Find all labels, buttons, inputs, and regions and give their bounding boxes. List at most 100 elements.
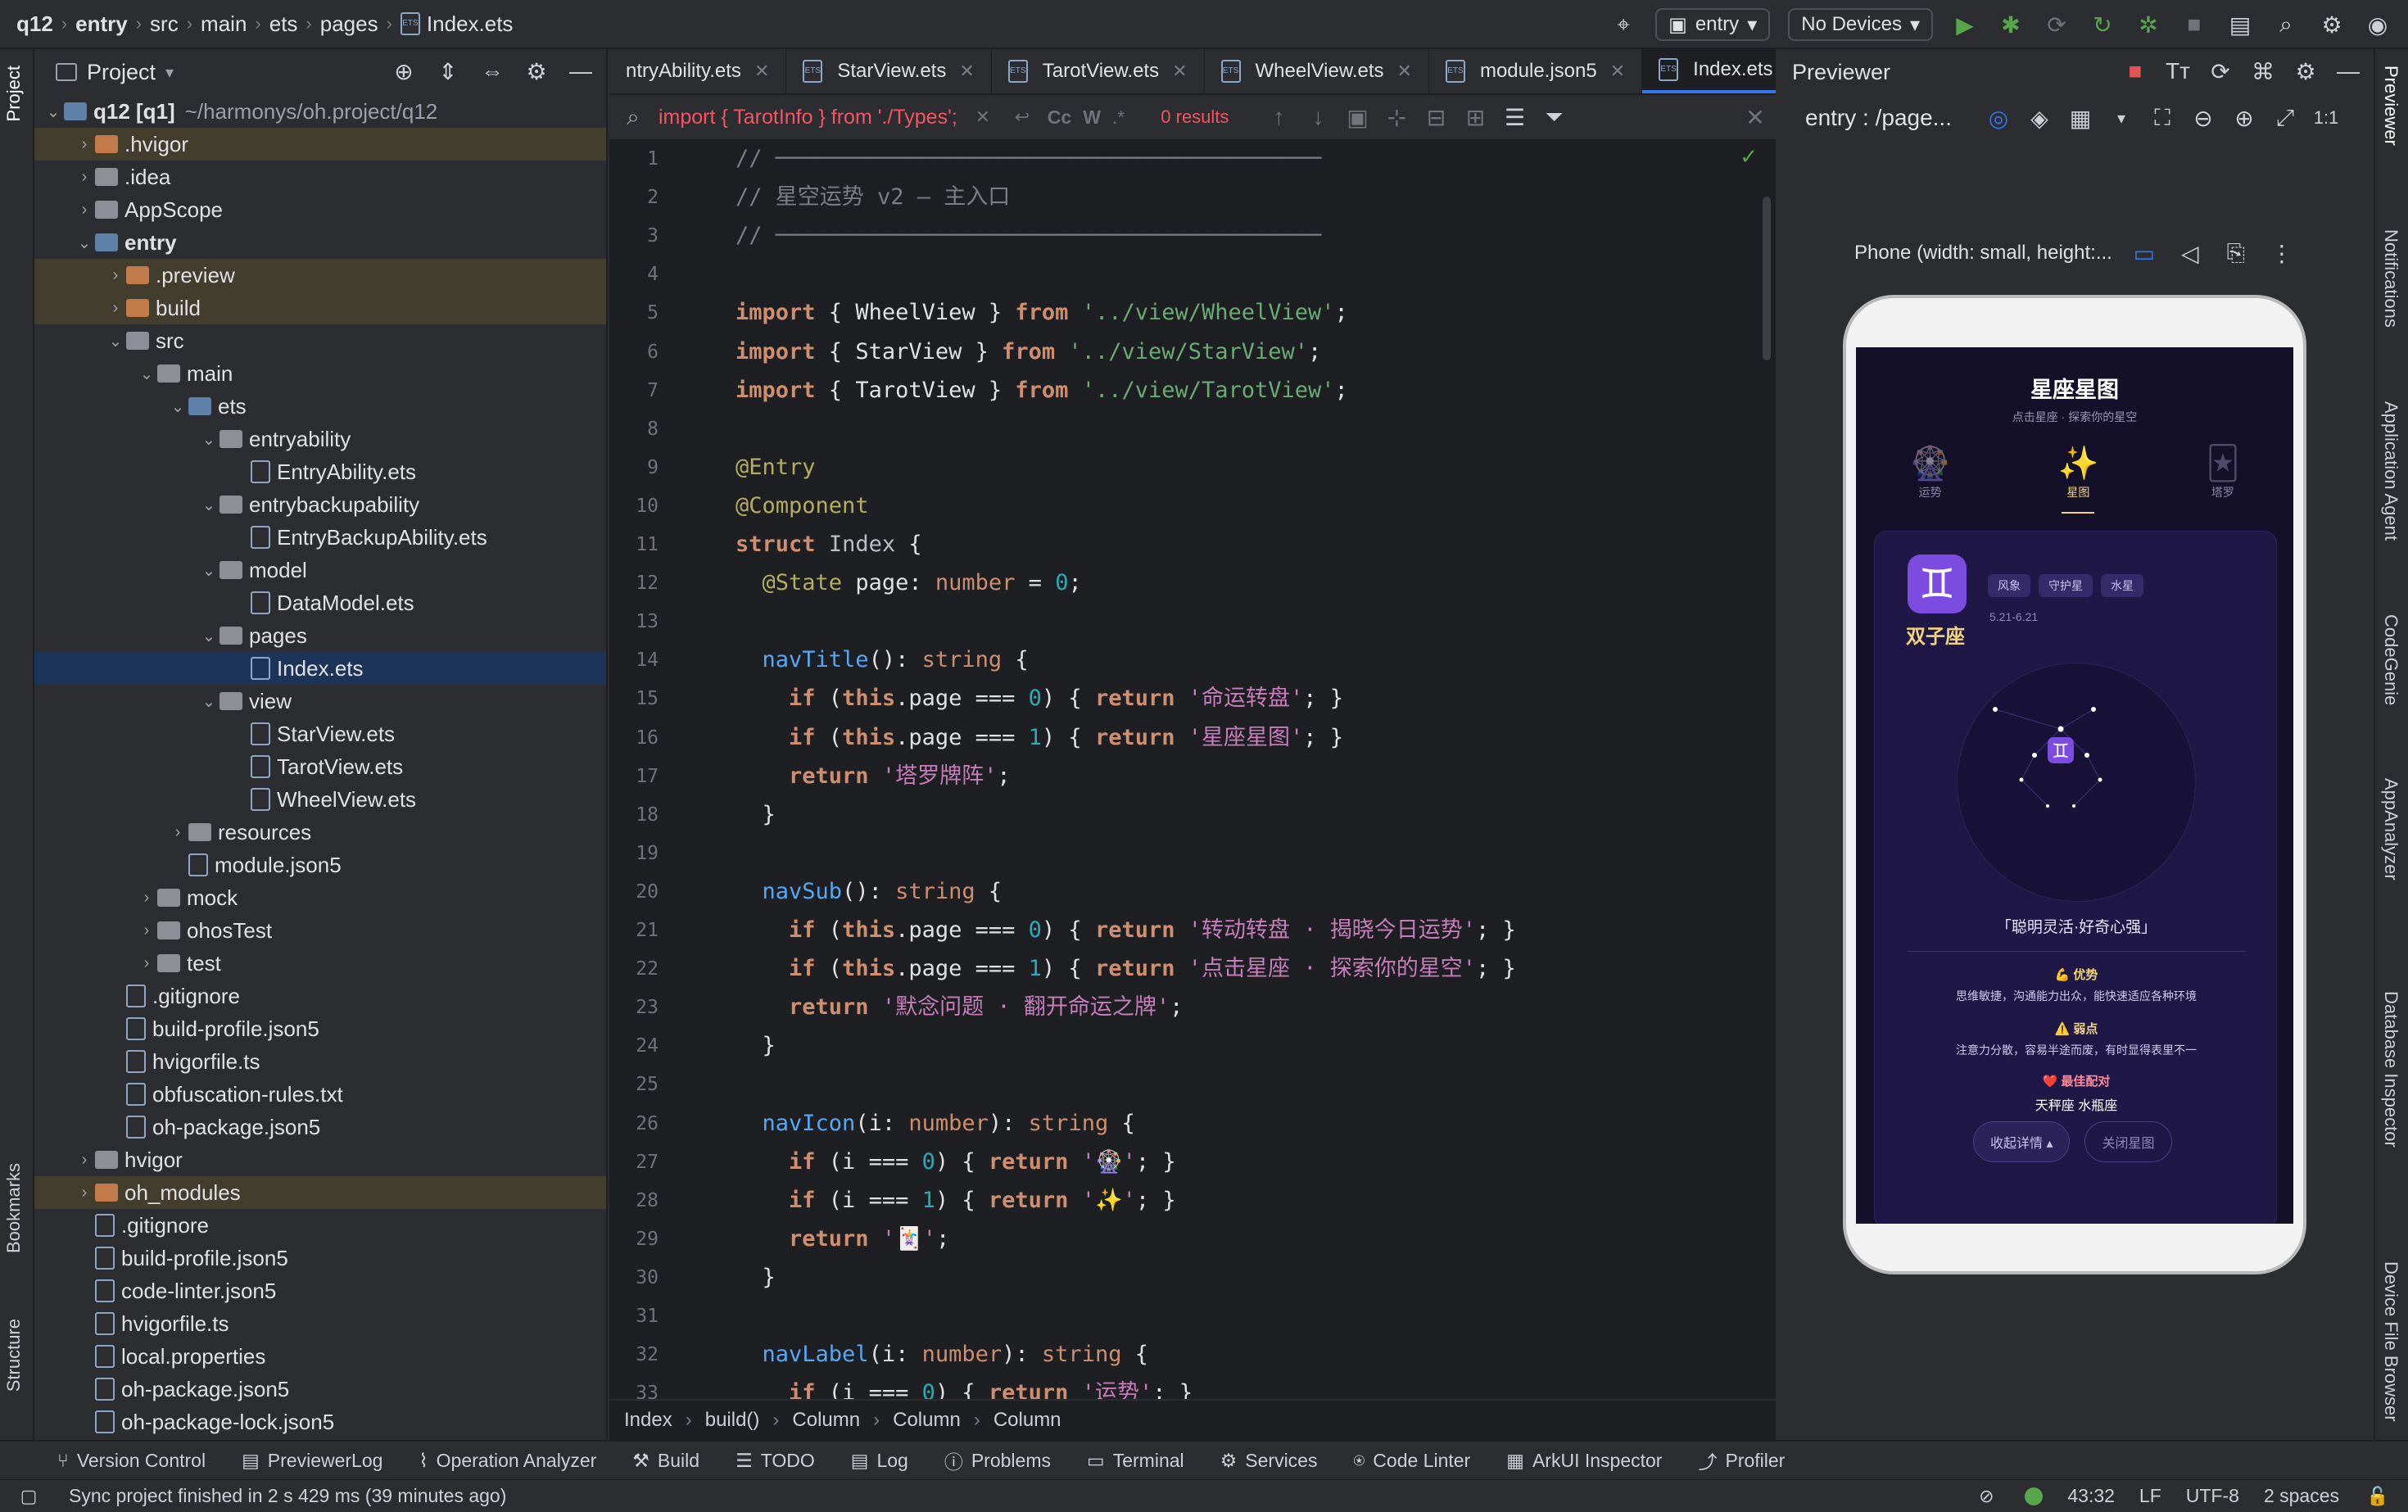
editor-tab[interactable]: ETS StarView.ets ✕ bbox=[786, 49, 992, 93]
code-line[interactable]: 1 // ────────────────────────────────────… bbox=[609, 141, 1776, 177]
tree-folder[interactable]: ⌄ view bbox=[34, 685, 606, 718]
tree-folder[interactable]: ⌄ entrybackupability bbox=[34, 488, 606, 521]
remove-selection-icon[interactable]: ⊟ bbox=[1422, 103, 1450, 131]
code-line[interactable]: 25 bbox=[609, 1066, 1776, 1102]
tool-window-button[interactable]: ▤ Log bbox=[851, 1450, 908, 1472]
chevron-down-icon[interactable]: ⌄ bbox=[198, 691, 220, 712]
code-line[interactable]: 14 navTitle(): string { bbox=[609, 642, 1776, 678]
tool-tab-application-agent[interactable]: Application Agent bbox=[2380, 401, 2401, 541]
tree-folder[interactable]: › build bbox=[34, 292, 606, 324]
code-line[interactable]: 17 return '塔罗牌阵'; bbox=[609, 758, 1776, 794]
chevron-down-icon[interactable]: ▾ bbox=[165, 62, 174, 83]
chevron-down-icon[interactable]: ⌄ bbox=[43, 102, 64, 122]
code-line[interactable]: 19 bbox=[609, 835, 1776, 871]
new-line-icon[interactable]: ↩ bbox=[1008, 103, 1036, 131]
tool-tab-bookmarks[interactable]: Bookmarks bbox=[3, 1163, 25, 1253]
chevron-down-icon[interactable]: ⌄ bbox=[198, 429, 220, 450]
chevron-right-icon[interactable]: › bbox=[105, 299, 126, 318]
tree-folder[interactable]: ⌄ q12 [q1] ~/harmonys/oh.project/q12 bbox=[34, 95, 606, 128]
close-icon[interactable]: ✕ bbox=[754, 61, 769, 82]
app-nav-tarot[interactable]: 🃏 塔罗 bbox=[2206, 443, 2239, 514]
clear-icon[interactable]: ✕ bbox=[969, 103, 997, 131]
run-config-dropdown[interactable]: ▣ entry ▾ bbox=[1655, 8, 1771, 41]
device-dropdown[interactable]: No Devices ▾ bbox=[1788, 8, 1933, 41]
tool-window-button[interactable]: ⚙ Services bbox=[1220, 1450, 1318, 1472]
tree-file[interactable]: EntryAbility.ets bbox=[34, 455, 606, 488]
search-icon[interactable]: ⌕ bbox=[2272, 11, 2300, 38]
chevron-down-icon[interactable]: ▾ bbox=[2107, 104, 2135, 132]
find-input[interactable]: import { TarotInfo } from './Types'; bbox=[659, 106, 957, 129]
code-line[interactable]: 32 navLabel(i: number): string { bbox=[609, 1337, 1776, 1373]
collapse-all-icon[interactable]: ⇔ bbox=[478, 57, 506, 85]
tool-window-button[interactable]: ⤴ Profiler bbox=[1698, 1446, 1785, 1474]
run-icon[interactable]: ▶ bbox=[1951, 11, 1979, 38]
breadcrumb-item[interactable]: q12 bbox=[16, 11, 53, 37]
collapse-details-button[interactable]: 收起详情 ▴ bbox=[1973, 1121, 2071, 1162]
chevron-right-icon[interactable]: › bbox=[136, 889, 157, 908]
tool-tab-codegenie[interactable]: CodeGenie bbox=[2380, 614, 2401, 705]
code-line[interactable]: 12 @State page: number = 0; bbox=[609, 565, 1776, 601]
breadcrumb-item[interactable]: entry bbox=[75, 11, 128, 37]
tree-folder[interactable]: › AppScope bbox=[34, 193, 606, 226]
tree-file[interactable]: .gitignore bbox=[34, 980, 606, 1012]
breadcrumb-item[interactable]: Index.ets bbox=[427, 11, 514, 37]
tool-window-button[interactable]: ⌇ Operation Analyzer bbox=[419, 1450, 596, 1472]
file-encoding[interactable]: UTF-8 bbox=[2186, 1485, 2239, 1507]
tree-file[interactable]: hvigorfile.ts bbox=[34, 1307, 606, 1340]
tool-window-button[interactable]: ⓘ Problems bbox=[944, 1446, 1051, 1474]
tree-file[interactable]: oh-package-lock.json5 bbox=[34, 1406, 606, 1438]
close-icon[interactable]: ✕ bbox=[1172, 61, 1187, 82]
chevron-down-icon[interactable]: ⌄ bbox=[198, 560, 220, 581]
tree-file[interactable]: oh-package.json5 bbox=[34, 1373, 606, 1406]
code-line[interactable]: 4 bbox=[609, 256, 1776, 292]
code-line[interactable]: 16 if (this.page === 1) { return '星座星图';… bbox=[609, 720, 1776, 756]
power-save-icon[interactable]: ⊘ bbox=[1972, 1483, 2000, 1510]
code-line[interactable]: 10 @Component bbox=[609, 488, 1776, 524]
chevron-right-icon[interactable]: › bbox=[167, 823, 188, 842]
chevron-down-icon[interactable]: ⌄ bbox=[105, 331, 126, 351]
lock-icon[interactable]: 🔓 bbox=[2364, 1483, 2392, 1510]
tool-window-button[interactable]: ▤ PreviewerLog bbox=[242, 1450, 382, 1472]
code-line[interactable]: 15 if (this.page === 0) { return '命运转盘';… bbox=[609, 681, 1776, 717]
tree-file[interactable]: WheelView.ets bbox=[34, 783, 606, 816]
gear-icon[interactable]: ⚙ bbox=[2292, 57, 2320, 85]
code-line[interactable]: 24 } bbox=[609, 1028, 1776, 1064]
tree-folder[interactable]: ⌄ pages bbox=[34, 619, 606, 652]
select-all-icon[interactable]: ▣ bbox=[1343, 103, 1371, 131]
expand-all-icon[interactable]: ⇕ bbox=[434, 57, 462, 85]
code-line[interactable]: 5 import { WheelView } from '../view/Whee… bbox=[609, 295, 1776, 331]
tree-folder[interactable]: › oh_modules bbox=[34, 1176, 606, 1209]
editor-tab[interactable]: ntryAbility.ets ✕ bbox=[609, 49, 787, 93]
whole-words-toggle[interactable]: W bbox=[1083, 106, 1101, 129]
code-line[interactable]: 29 return '🃏'; bbox=[609, 1221, 1776, 1257]
account-icon[interactable]: ◉ bbox=[2364, 11, 2392, 38]
chevron-right-icon[interactable]: › bbox=[74, 201, 95, 220]
tree-folder[interactable]: ⌄ src bbox=[34, 324, 606, 357]
tree-file[interactable]: local.properties bbox=[34, 1340, 606, 1373]
font-size-icon[interactable]: Tт bbox=[2164, 57, 2192, 85]
code-line[interactable]: 26 navIcon(i: number): string { bbox=[609, 1106, 1776, 1142]
tree-folder[interactable]: › mock bbox=[34, 881, 606, 914]
editor-crumb[interactable]: Column bbox=[792, 1409, 860, 1432]
stop-icon[interactable]: ■ bbox=[2180, 11, 2208, 38]
app-nav-fortune[interactable]: 🎡 运势 bbox=[1910, 443, 1951, 514]
gear-icon[interactable]: ⚙ bbox=[523, 57, 550, 85]
breadcrumb-item[interactable]: src bbox=[150, 11, 179, 37]
refresh-icon[interactable]: ⟳ bbox=[2207, 57, 2234, 85]
editor-crumb[interactable]: Column bbox=[893, 1409, 961, 1432]
chevron-down-icon[interactable]: ⌄ bbox=[74, 233, 95, 253]
editor-scrollbar[interactable] bbox=[1763, 197, 1771, 360]
add-selection-icon[interactable]: ⊹ bbox=[1383, 103, 1410, 131]
tree-folder[interactable]: ⌄ main bbox=[34, 357, 606, 390]
tool-tab-project[interactable]: Project bbox=[3, 66, 25, 121]
breadcrumb-item[interactable]: ets bbox=[269, 11, 298, 37]
chevron-right-icon[interactable]: › bbox=[105, 266, 126, 285]
inspect-mode-icon[interactable]: ◎ bbox=[1985, 104, 2012, 132]
breadcrumb-item[interactable]: pages bbox=[320, 11, 378, 37]
close-icon[interactable]: ✕ bbox=[959, 61, 974, 82]
code-line[interactable]: 23 return '默念问题 · 翻开命运之牌'; bbox=[609, 989, 1776, 1025]
tool-window-button[interactable]: ⍟ Code Linter bbox=[1353, 1450, 1470, 1472]
match-case-toggle[interactable]: Cc bbox=[1048, 106, 1071, 129]
tree-file[interactable]: EntryBackupAbility.ets bbox=[34, 521, 606, 554]
profile-icon[interactable]: ✲ bbox=[2134, 11, 2162, 38]
